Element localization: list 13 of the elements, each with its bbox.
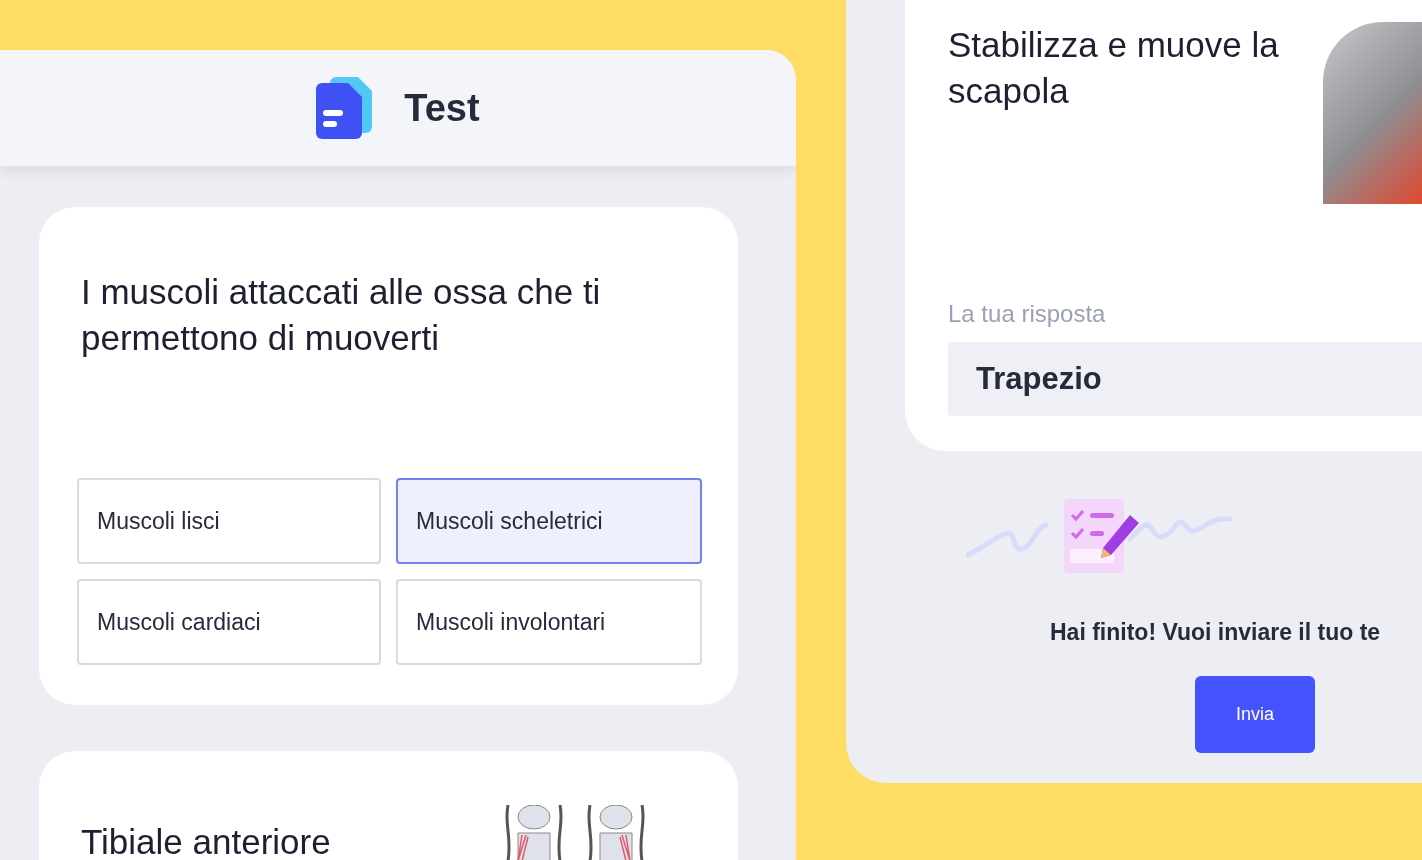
question-text: Tibiale anteriore [81, 821, 331, 860]
document-icon [316, 77, 375, 139]
answer-option[interactable]: Muscoli cardiaci [77, 579, 381, 665]
submit-button[interactable]: Invia [1195, 676, 1315, 753]
question-text: I muscoli attaccati alle ossa che ti permettono di muoverti [80, 271, 602, 359]
answer-option[interactable]: Muscoli involontari [396, 579, 702, 665]
answer-option[interactable]: Muscoli scheletrici [396, 478, 702, 564]
question-text: Stabilizza e muove la scapola [948, 24, 1280, 112]
answer-label: La tua risposta [948, 300, 1107, 328]
header-title: Test [404, 86, 480, 130]
finish-message: Hai finito! Vuoi inviare il tuo te [1050, 619, 1381, 646]
answer-option[interactable]: Muscoli lisci [77, 478, 381, 564]
answer-field[interactable]: Trapezio [948, 342, 1422, 416]
